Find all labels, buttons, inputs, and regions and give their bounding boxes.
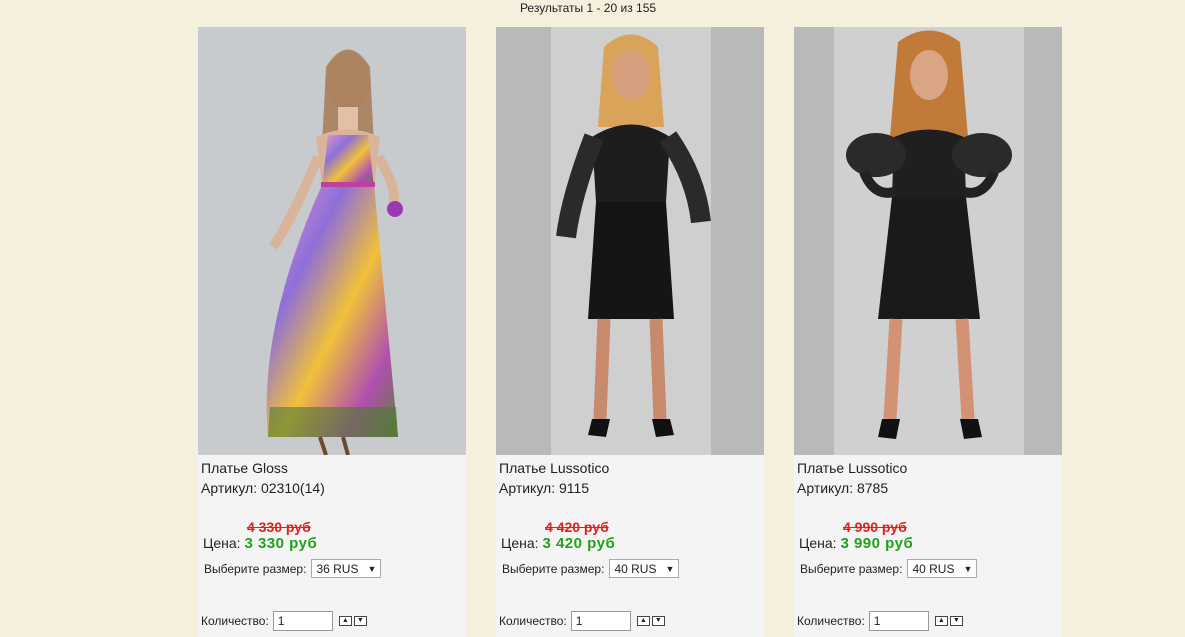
price-value: 3 420 руб	[542, 535, 616, 552]
price-line: Цена: 3 330 руб	[203, 535, 463, 552]
arrow-down-icon[interactable]: ▼	[651, 616, 665, 626]
chevron-down-icon: ▼	[963, 563, 973, 574]
quantity-label: Количество:	[201, 614, 269, 628]
quantity-row: Количество: 1 ▲ ▼	[201, 611, 367, 631]
price-label: Цена:	[203, 535, 241, 551]
size-row: Выберите размер: 40 RUS ▼	[800, 559, 1059, 578]
quantity-input[interactable]: 1	[272, 611, 333, 631]
size-label: Выберите размер:	[800, 561, 903, 576]
size-row: Выберите размер: 36 RUS ▼	[204, 559, 463, 578]
results-count: Результаты 1 - 20 из 155	[519, 1, 657, 15]
size-value: 36 RUS	[316, 561, 359, 576]
product-sku: Артикул: 9115	[499, 480, 590, 496]
quantity-row: Количество: 1 ▲ ▼	[499, 611, 665, 631]
price-label: Цена:	[799, 535, 837, 551]
quantity-input[interactable]: 1	[868, 611, 929, 631]
product-image[interactable]	[794, 27, 1062, 455]
price-label: Цена:	[501, 535, 539, 551]
chevron-down-icon: ▼	[665, 563, 675, 574]
product-name[interactable]: Платье Lussotico	[797, 459, 1059, 479]
product-card: Платье Gloss Артикул: 02310(14) 4 330 ру…	[198, 27, 466, 637]
product-name[interactable]: Платье Lussotico	[499, 459, 761, 479]
product-sku: Артикул: 02310(14)	[201, 480, 325, 496]
quantity-label: Количество:	[499, 614, 567, 628]
arrow-down-icon[interactable]: ▼	[949, 616, 963, 626]
quantity-input[interactable]: 1	[570, 611, 631, 631]
size-select[interactable]: 40 RUS ▼	[907, 559, 978, 578]
size-value: 40 RUS	[912, 561, 955, 576]
arrow-up-icon[interactable]: ▲	[338, 616, 352, 626]
size-select[interactable]: 36 RUS ▼	[311, 559, 382, 578]
product-name[interactable]: Платье Gloss	[201, 459, 463, 479]
product-card: Платье Lussotico Артикул: 8785 4 990 руб…	[794, 27, 1062, 637]
quantity-row: Количество: 1 ▲ ▼	[797, 611, 963, 631]
old-price: 4 990 руб	[843, 519, 907, 535]
arrow-down-icon[interactable]: ▼	[353, 616, 367, 626]
size-row: Выберите размер: 40 RUS ▼	[502, 559, 761, 578]
arrow-up-icon[interactable]: ▲	[636, 616, 650, 626]
quantity-label: Количество:	[797, 614, 865, 628]
size-label: Выберите размер:	[204, 561, 307, 576]
quantity-stepper: ▲ ▼	[338, 616, 367, 626]
old-price: 4 330 руб	[247, 519, 311, 535]
price-line: Цена: 3 990 руб	[799, 535, 1059, 552]
arrow-up-icon[interactable]: ▲	[934, 616, 948, 626]
chevron-down-icon: ▼	[367, 563, 377, 574]
product-card: Платье Lussotico Артикул: 9115 4 420 руб…	[496, 27, 764, 637]
product-image[interactable]	[198, 27, 466, 455]
product-sku: Артикул: 8785	[797, 480, 889, 496]
quantity-stepper: ▲ ▼	[934, 616, 963, 626]
size-select[interactable]: 40 RUS ▼	[609, 559, 680, 578]
price-line: Цена: 3 420 руб	[501, 535, 761, 552]
product-image[interactable]	[496, 27, 764, 455]
price-value: 3 330 руб	[244, 535, 318, 552]
product-grid: Платье Gloss Артикул: 02310(14) 4 330 ру…	[198, 27, 1062, 637]
size-label: Выберите размер:	[502, 561, 605, 576]
quantity-stepper: ▲ ▼	[636, 616, 665, 626]
old-price: 4 420 руб	[545, 519, 609, 535]
price-value: 3 990 руб	[840, 535, 914, 552]
size-value: 40 RUS	[614, 561, 657, 576]
